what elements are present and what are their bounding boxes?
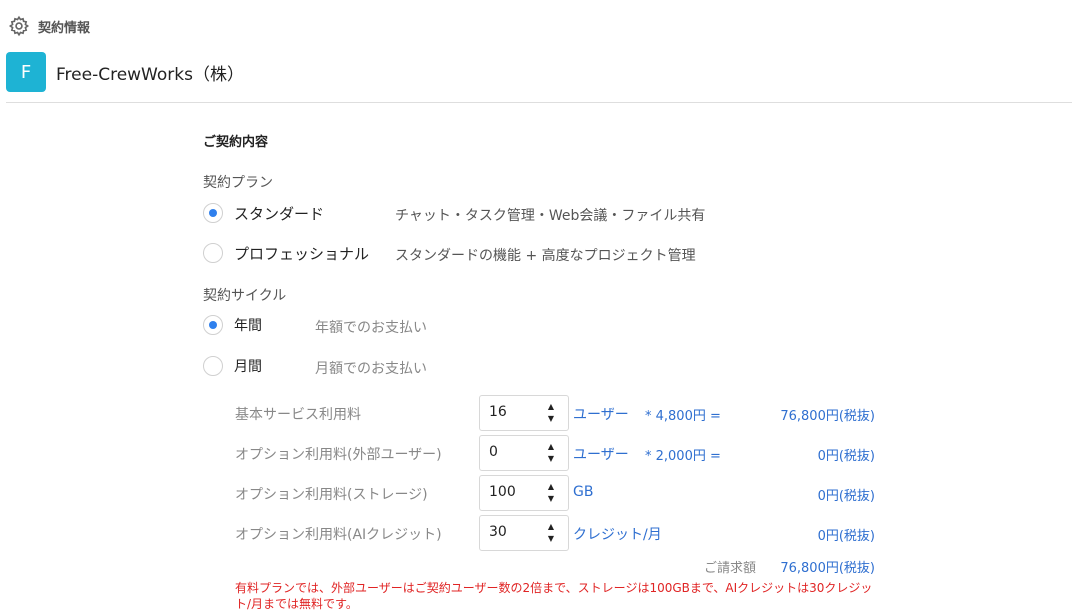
quantity-stepper-external-users[interactable]: ▲ ▼ <box>479 435 569 471</box>
plan-group-label: 契約プラン <box>203 175 273 191</box>
plan-label: プロフェッショナル <box>234 244 370 263</box>
radio-button[interactable] <box>203 203 223 223</box>
decrement-icon[interactable]: ▼ <box>546 534 556 544</box>
plan-option-professional[interactable]: プロフェッショナル <box>203 242 369 264</box>
company-header: F Free-CrewWorks（株） <box>6 52 244 92</box>
cycle-option-monthly[interactable]: 月間 <box>203 355 262 377</box>
fee-label-external-users: オプション利用料(外部ユーザー) <box>235 447 442 463</box>
plan-label: スタンダード <box>234 204 325 223</box>
increment-icon[interactable]: ▲ <box>546 402 556 412</box>
radio-button[interactable] <box>203 356 223 376</box>
amount-value: 0円(税抜) <box>817 489 875 504</box>
cycle-label: 年間 <box>234 318 262 334</box>
cycle-description: 月額でのお支払い <box>315 361 427 377</box>
quantity-input[interactable] <box>489 524 539 540</box>
plan-description: チャット・タスク管理・Web会議・ファイル共有 <box>395 208 706 224</box>
company-name: Free-CrewWorks（株） <box>56 64 244 85</box>
plan-description: スタンダードの機能 + 高度なプロジェクト管理 <box>395 248 696 264</box>
gear-icon[interactable] <box>8 15 30 37</box>
radio-button[interactable] <box>203 243 223 263</box>
amount-value: 0円(税抜) <box>817 449 875 464</box>
header-divider <box>6 102 1072 103</box>
quantity-stepper-basic[interactable]: ▲ ▼ <box>479 395 569 431</box>
avatar: F <box>6 52 46 92</box>
decrement-icon[interactable]: ▼ <box>546 494 556 504</box>
unit-label: ユーザー <box>573 407 629 423</box>
increment-icon[interactable]: ▲ <box>546 482 556 492</box>
quantity-input[interactable] <box>489 444 539 460</box>
page-title: 契約情報 <box>38 20 91 36</box>
increment-icon[interactable]: ▲ <box>546 442 556 452</box>
cycle-label: 月間 <box>234 359 262 375</box>
cycle-group-label: 契約サイクル <box>203 288 287 304</box>
amount-value: 76,800円(税抜) <box>780 409 875 424</box>
total-amount: 76,800円(税抜) <box>780 561 875 576</box>
quantity-input[interactable] <box>489 484 539 500</box>
section-title: ご契約内容 <box>203 135 269 150</box>
decrement-icon[interactable]: ▼ <box>546 454 556 464</box>
increment-icon[interactable]: ▲ <box>546 522 556 532</box>
amount-value: 0円(税抜) <box>817 529 875 544</box>
radio-button[interactable] <box>203 315 223 335</box>
rate-label: * 4,800円 = <box>645 409 721 424</box>
page-header: 契約情報 <box>8 14 90 38</box>
fee-label-storage: オプション利用料(ストレージ) <box>235 487 428 503</box>
quantity-input[interactable] <box>489 404 539 420</box>
fee-label-basic: 基本サービス利用料 <box>235 407 361 423</box>
cycle-description: 年額でのお支払い <box>315 320 427 336</box>
decrement-icon[interactable]: ▼ <box>546 414 556 424</box>
total-label: ご請求額 <box>704 561 757 576</box>
unit-label: ユーザー <box>573 447 629 463</box>
fee-label-ai-credit: オプション利用料(AIクレジット) <box>235 527 442 543</box>
cycle-option-yearly[interactable]: 年間 <box>203 314 262 336</box>
rate-label: * 2,000円 = <box>645 449 721 464</box>
quantity-stepper-ai-credit[interactable]: ▲ ▼ <box>479 515 569 551</box>
plan-option-standard[interactable]: スタンダード <box>203 202 324 224</box>
unit-label: クレジット/月 <box>573 527 662 543</box>
quantity-stepper-storage[interactable]: ▲ ▼ <box>479 475 569 511</box>
unit-label: GB <box>573 484 594 500</box>
free-tier-note: 有料プランでは、外部ユーザーはご契約ユーザー数の2倍まで、ストレージは100GB… <box>235 581 873 611</box>
